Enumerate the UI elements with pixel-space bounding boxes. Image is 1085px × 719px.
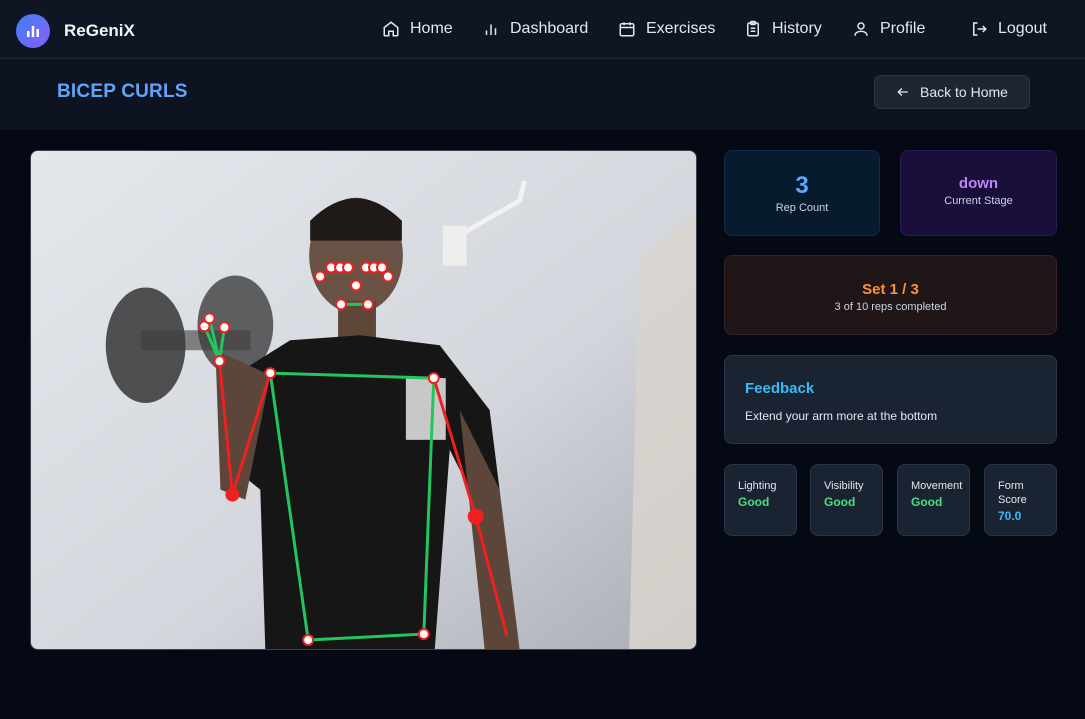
nav-home[interactable]: Home	[382, 20, 453, 38]
metric-label: Movement	[911, 480, 963, 492]
bar-chart-icon	[27, 26, 39, 37]
nav-profile-label: Profile	[880, 20, 926, 37]
set-progress-subtext: 3 of 10 reps completed	[834, 301, 947, 313]
nav-exercises[interactable]: Exercises	[618, 20, 715, 38]
metric-label: Lighting	[738, 480, 777, 492]
current-stage-value: down	[958, 175, 999, 192]
page-header: BICEP CURLS Back to Home	[0, 59, 1085, 130]
pose-joint	[302, 634, 315, 647]
pose-joint	[417, 628, 430, 641]
curtain	[629, 210, 696, 649]
rep-count-value: 3	[795, 172, 809, 199]
back-button-label: Back to Home	[920, 84, 1008, 100]
pose-joint	[427, 372, 440, 385]
pose-overlay	[31, 151, 696, 649]
metric-label: Form Score	[998, 480, 1027, 506]
face-landmark	[350, 279, 363, 292]
nav-profile[interactable]: Profile	[852, 20, 925, 38]
feedback-card: Feedback Extend your arm more at the bot…	[724, 355, 1057, 444]
metric-label: Visibility	[824, 480, 864, 492]
metric-value: Good	[911, 495, 943, 509]
calendar-icon	[619, 22, 635, 37]
page-title: BICEP CURLS	[57, 81, 188, 102]
pose-joint	[264, 367, 277, 380]
face-landmark	[362, 298, 374, 311]
arrow-left-icon	[897, 88, 908, 96]
pose-joint	[203, 312, 216, 325]
face-landmark	[335, 298, 348, 311]
face-landmark	[381, 270, 394, 283]
face-landmark	[342, 261, 355, 274]
back-to-home-button[interactable]: Back to Home	[874, 75, 1030, 109]
home-icon	[383, 21, 399, 37]
shirt-print	[405, 378, 446, 440]
nav-exercises-label: Exercises	[646, 20, 716, 37]
feedback-text: Extend your arm more at the bottom	[745, 409, 938, 423]
bar-chart-icon	[485, 24, 497, 35]
metric-form-score: Form Score 70.0	[984, 464, 1057, 536]
wall-socket	[442, 225, 467, 266]
nav-dashboard-label: Dashboard	[510, 20, 589, 37]
face-landmark	[314, 270, 327, 283]
nav-history-label: History	[772, 20, 822, 37]
face-landmark	[375, 261, 388, 274]
metric-lighting: Lighting Good	[724, 464, 797, 536]
logo[interactable]	[16, 14, 50, 48]
metric-movement: Movement Good	[897, 464, 970, 536]
dumbbell-bar	[140, 330, 251, 351]
user-icon	[854, 22, 868, 36]
set-progress-value: Set 1 / 3	[862, 281, 919, 298]
rep-count-card: 3 Rep Count	[724, 150, 880, 236]
top-navbar: ReGeniX Home Dashboard Exercises History…	[0, 0, 1085, 59]
logout-icon	[973, 22, 987, 36]
nav-home-label: Home	[410, 20, 453, 37]
clipboard-icon	[747, 20, 759, 37]
feedback-title: Feedback	[745, 380, 815, 397]
current-stage-card: down Current Stage	[900, 150, 1057, 236]
nav-history[interactable]: History	[744, 20, 822, 38]
set-progress-card: Set 1 / 3 3 of 10 reps completed	[724, 255, 1057, 335]
pose-joint	[218, 321, 231, 334]
metric-value: Good	[738, 495, 770, 509]
elbow-joint	[467, 508, 484, 525]
nav-logout-label: Logout	[998, 20, 1047, 37]
nav-logout[interactable]: Logout	[970, 20, 1047, 38]
metric-value: Good	[824, 495, 856, 509]
pose-joint	[213, 355, 226, 368]
current-stage-label: Current Stage	[944, 195, 1013, 207]
camera-feed	[30, 150, 697, 650]
nav-dashboard[interactable]: Dashboard	[482, 20, 588, 38]
brand-name[interactable]: ReGeniX	[64, 21, 135, 41]
metric-value: 70.0	[998, 509, 1022, 523]
rep-count-label: Rep Count	[775, 202, 829, 214]
metric-visibility: Visibility Good	[810, 464, 883, 536]
elbow-joint	[225, 487, 240, 502]
